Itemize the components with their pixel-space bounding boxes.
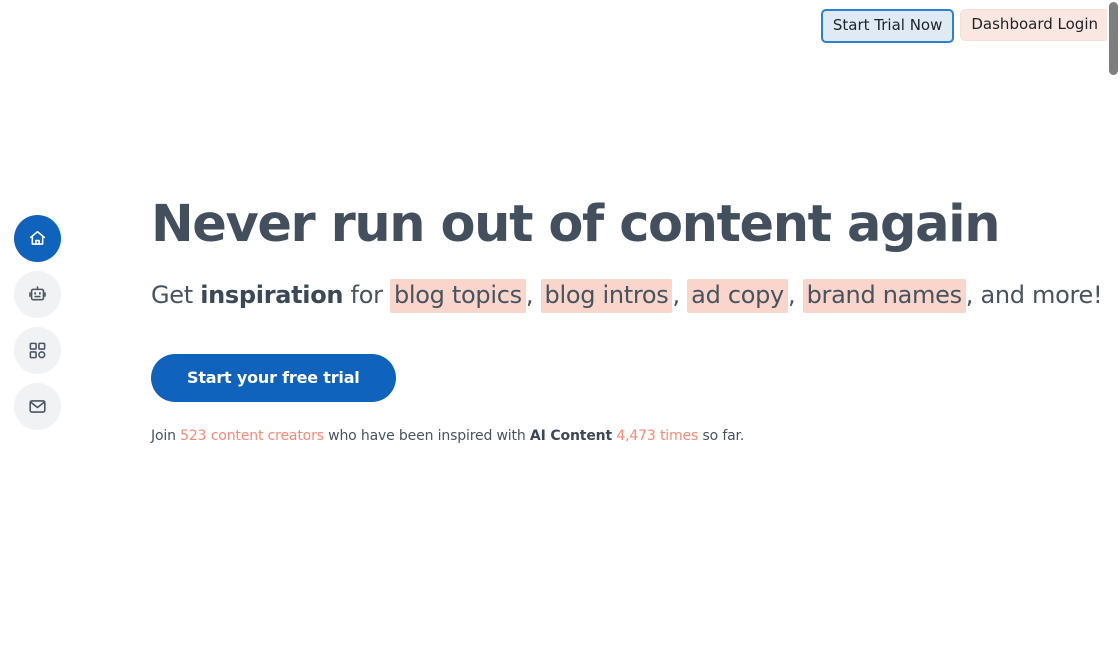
hero-section: Never run out of content again Get inspi… — [151, 195, 1103, 444]
subhead-sep-3: , — [787, 281, 803, 310]
grid-apps-icon — [28, 341, 47, 360]
subhead-sep-2: , — [672, 281, 688, 310]
start-trial-now-button[interactable]: Start Trial Now — [820, 9, 955, 43]
top-actions-bar: Start Trial Now Dashboard Login — [820, 9, 1109, 43]
social-suffix: so far. — [698, 427, 745, 444]
sidebar-item-apps[interactable] — [14, 327, 61, 374]
home-icon — [28, 229, 47, 248]
dashboard-login-button[interactable]: Dashboard Login — [960, 9, 1109, 41]
subhead-sep-1: , — [525, 281, 541, 310]
creators-count: 523 content creators — [180, 427, 324, 444]
page-title: Never run out of content again — [151, 195, 1001, 254]
subhead-lead: Get — [151, 281, 201, 310]
hero-subheadline: Get inspiration for blog topics, blog in… — [151, 279, 1103, 314]
sidebar-item-mail[interactable] — [14, 383, 61, 430]
product-name: AI Content — [529, 427, 613, 444]
scrollbar-thumb[interactable] — [1109, 2, 1118, 75]
page-scrollbar[interactable] — [1107, 0, 1120, 652]
page-root: Start Trial Now Dashboard Login Never ru… — [0, 0, 1120, 652]
social-middle: who have been inspired with — [323, 427, 530, 444]
envelope-icon — [28, 397, 47, 416]
social-prefix: Join — [151, 427, 181, 444]
social-proof-text: Join 523 content creators who have been … — [151, 428, 1051, 444]
subhead-emphasis: inspiration — [200, 281, 344, 310]
highlight-brand-names: brand names — [802, 279, 966, 314]
subhead-lead-after: for — [343, 281, 390, 310]
sidebar-item-home[interactable] — [14, 215, 61, 262]
highlight-blog-topics: blog topics — [389, 279, 526, 314]
highlight-blog-intros: blog intros — [540, 279, 673, 314]
sidebar-item-bot[interactable] — [14, 271, 61, 318]
inspiration-count: 4,473 times — [616, 427, 699, 444]
sidebar-icon-rail — [14, 215, 61, 430]
robot-icon — [28, 285, 47, 304]
highlight-ad-copy: ad copy — [687, 279, 788, 314]
subhead-tail: , and more! — [965, 281, 1103, 310]
start-free-trial-button[interactable]: Start your free trial — [151, 353, 396, 402]
